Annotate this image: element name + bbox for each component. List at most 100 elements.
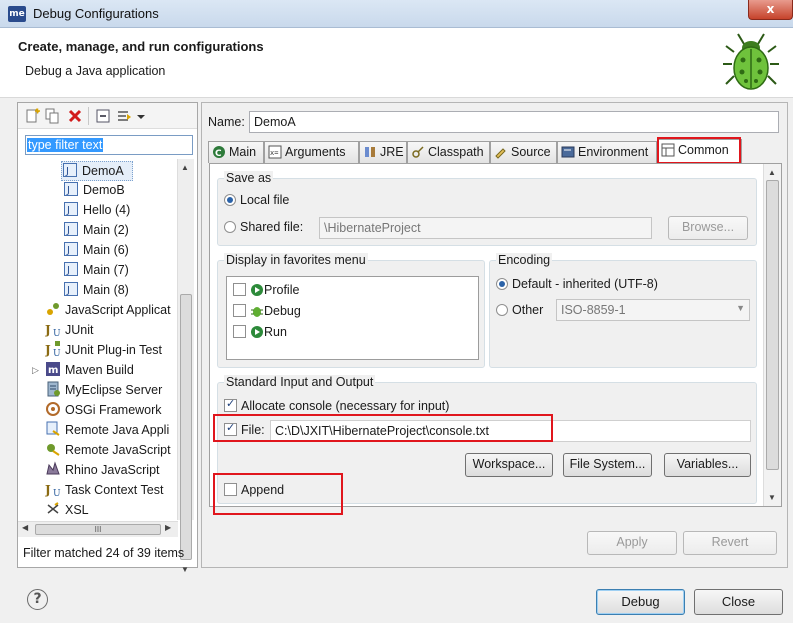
title-bar: me Debug Configurations x <box>0 0 793 28</box>
tree-item-main-8[interactable]: J Main (8) <box>63 281 129 301</box>
tree-item-label: Main (8) <box>83 283 129 297</box>
tree-toolbar <box>18 103 197 129</box>
chevron-down-icon[interactable] <box>136 108 146 124</box>
favorite-debug[interactable]: Debug <box>233 304 301 318</box>
workspace-button[interactable]: Workspace... <box>465 453 553 477</box>
window-close-button[interactable]: x <box>748 0 793 20</box>
filter-input[interactable]: type filter text <box>25 135 193 155</box>
io-title: Standard Input and Output <box>224 375 376 389</box>
browse-button[interactable]: Browse... <box>668 216 748 240</box>
svg-text:J: J <box>65 166 69 177</box>
tree-item-maven[interactable]: m Maven Build <box>45 361 134 381</box>
config-name-input[interactable]: DemoA <box>249 111 779 133</box>
close-button[interactable]: Close <box>694 589 783 615</box>
svg-text:J: J <box>66 265 70 276</box>
tree-item-remote-java[interactable]: Remote Java Appli <box>45 421 169 441</box>
java-class-icon: J <box>64 222 78 236</box>
highlight-append <box>213 473 343 515</box>
content-scrollbar-thumb[interactable] <box>766 180 779 470</box>
svg-text:J: J <box>66 245 70 256</box>
tree-item-main-6[interactable]: J Main (6) <box>63 241 129 261</box>
tree-item-label: JavaScript Applicat <box>65 303 171 317</box>
collapse-all-icon[interactable] <box>95 108 111 124</box>
tree-item-task-context[interactable]: J U Task Context Test <box>45 481 163 501</box>
window-title: Debug Configurations <box>33 6 159 21</box>
shared-file-input[interactable]: \HibernateProject <box>319 217 652 239</box>
revert-button[interactable]: Revert <box>683 531 777 555</box>
filter-status: Filter matched 24 of 39 items <box>23 546 185 560</box>
tree-item-main-7[interactable]: J Main (7) <box>63 261 129 281</box>
header-title: Create, manage, and run configurations <box>18 39 264 54</box>
favorite-label: Profile <box>264 283 300 297</box>
tree-item-javascript-app[interactable]: JavaScript Applicat <box>45 301 171 321</box>
content-vertical-scrollbar[interactable]: ▲ ▼ <box>763 164 781 506</box>
delete-config-icon[interactable] <box>67 108 83 124</box>
svg-text:x=: x= <box>270 149 278 157</box>
tree-item-remote-javascript[interactable]: Remote JavaScript <box>45 441 171 461</box>
tab-label: Classpath <box>428 145 484 159</box>
variables-button[interactable]: Variables... <box>664 453 751 477</box>
local-file-radio[interactable]: Local file <box>224 193 289 207</box>
tree-item-main-2[interactable]: J Main (2) <box>63 221 129 241</box>
junit-icon: JU <box>45 323 61 337</box>
tab-main[interactable]: C Main <box>208 141 264 163</box>
encoding-default-label: Default - inherited (UTF-8) <box>512 277 658 291</box>
tree-item-rhino[interactable]: Rhino JavaScript <box>45 461 160 481</box>
tab-classpath[interactable]: Classpath <box>407 141 490 163</box>
encoding-other-radio[interactable]: Other <box>496 303 543 317</box>
header-subtitle: Debug a Java application <box>25 64 166 78</box>
tree-item-demob[interactable]: J DemoB <box>63 181 125 201</box>
filter-config-icon[interactable] <box>116 108 132 124</box>
tree-item-myeclipse-server[interactable]: MyEclipse Server <box>45 381 162 401</box>
svg-text:m: m <box>48 365 58 376</box>
tab-label: Main <box>229 145 257 159</box>
file-system-button[interactable]: File System... <box>563 453 652 477</box>
svg-text:U: U <box>53 349 61 357</box>
classpath-tab-icon <box>412 146 424 158</box>
checkbox-icon <box>233 283 246 296</box>
encoding-select-value: ISO-8859-1 <box>561 303 626 317</box>
tree-horizontal-scrollbar[interactable]: ◀ III ▶ <box>18 521 178 537</box>
radio-icon <box>496 304 508 316</box>
favorite-run[interactable]: Run <box>233 325 287 339</box>
svg-text:U: U <box>53 329 61 337</box>
debug-button[interactable]: Debug <box>596 589 685 615</box>
tab-source[interactable]: Source <box>490 141 557 163</box>
tab-arguments[interactable]: x= Arguments <box>264 141 359 163</box>
encoding-default-radio[interactable]: Default - inherited (UTF-8) <box>496 277 658 291</box>
tree-item-xsl[interactable]: XSL <box>45 501 89 519</box>
name-label: Name: <box>208 115 245 129</box>
tab-jre[interactable]: JRE <box>359 141 407 163</box>
chevron-down-icon: ▼ <box>736 303 745 313</box>
highlight-common-tab <box>657 137 741 164</box>
new-config-icon[interactable] <box>24 108 40 124</box>
encoding-select[interactable]: ISO-8859-1 ▼ <box>556 299 750 321</box>
tree-item-junit[interactable]: J U JUnit <box>45 321 93 341</box>
tree-hscroll-thumb[interactable]: III <box>35 524 161 535</box>
run-icon <box>251 326 263 338</box>
duplicate-config-icon[interactable] <box>44 108 60 124</box>
tree-item-hello[interactable]: J Hello (4) <box>63 201 130 221</box>
tab-environment[interactable]: Environment <box>557 141 657 163</box>
favorite-profile[interactable]: Profile <box>233 283 299 297</box>
expand-arrow-icon[interactable]: ▷ <box>32 365 39 376</box>
tree-item-label: DemoB <box>83 183 125 197</box>
tree-item-label: Task Context Test <box>65 483 164 497</box>
apply-button[interactable]: Apply <box>587 531 677 555</box>
tree-vertical-scrollbar[interactable]: ▲ ▼ <box>177 159 194 574</box>
tree-item-junit-plugin[interactable]: J U JUnit Plug-in Test <box>45 341 162 361</box>
radio-icon <box>224 194 236 206</box>
tree-item-osgi[interactable]: OSGi Framework <box>45 401 162 421</box>
osgi-icon <box>46 402 60 416</box>
tree-item-label: Remote Java Appli <box>65 423 170 437</box>
tree-scrollbar-thumb[interactable] <box>180 294 192 560</box>
tree-item-demoa[interactable]: J DemoA <box>61 161 133 181</box>
help-icon[interactable]: ? <box>27 589 48 610</box>
shared-file-radio[interactable]: Shared file: <box>224 220 303 234</box>
allocate-console-label: Allocate console (necessary for input) <box>241 399 450 413</box>
svg-text:J: J <box>66 185 70 196</box>
allocate-console-checkbox[interactable]: Allocate console (necessary for input) <box>224 397 450 413</box>
tree-item-label: Rhino JavaScript <box>65 463 160 477</box>
junit-plugin-icon: JU <box>45 341 61 357</box>
favorite-label: Debug <box>264 304 301 318</box>
